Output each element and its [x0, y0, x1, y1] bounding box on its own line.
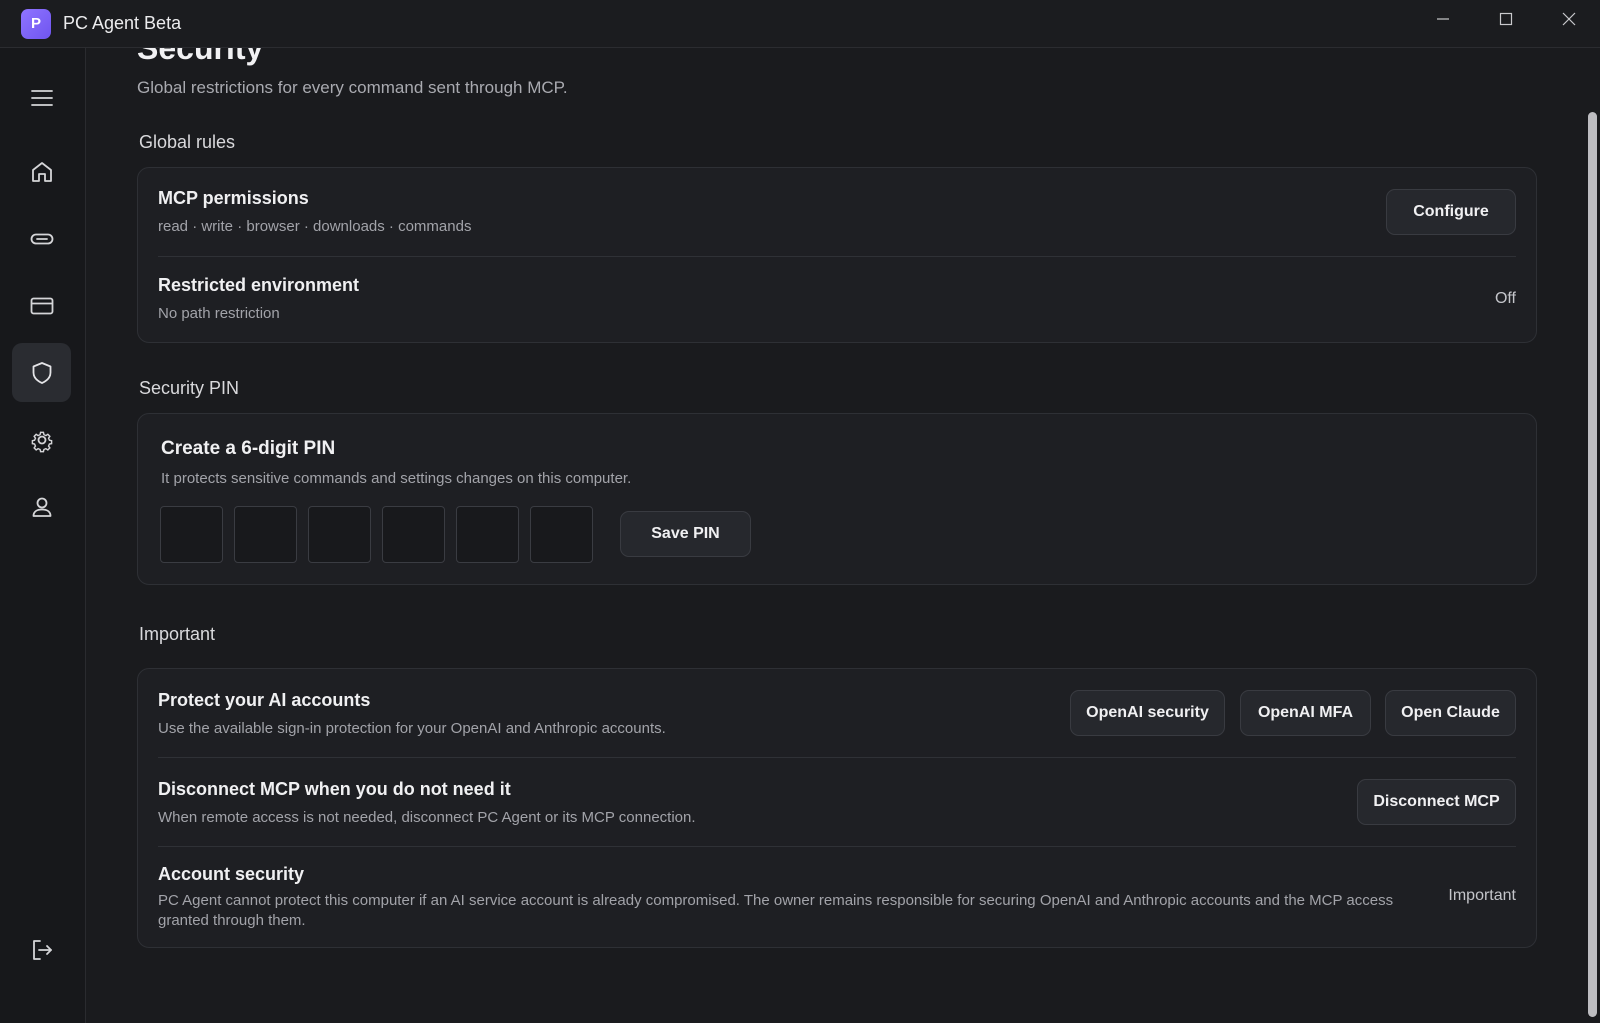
- link-icon: [30, 233, 53, 244]
- sidebar-item-billing[interactable]: [12, 276, 71, 335]
- mcp-permissions-title: MCP permissions: [158, 188, 309, 208]
- restricted-environment-row: Restricted environment No path restricti…: [158, 275, 1516, 324]
- page-title: Security: [137, 48, 264, 66]
- sidebar: [0, 48, 86, 1023]
- logout-icon: [32, 939, 52, 960]
- configure-button[interactable]: Configure: [1386, 189, 1516, 235]
- sidebar-logout-button[interactable]: [12, 920, 71, 979]
- pin-title: Create a 6-digit PIN: [161, 438, 336, 459]
- gear-icon: [31, 431, 52, 452]
- disconnect-mcp-button[interactable]: Disconnect MCP: [1357, 779, 1516, 825]
- title-bar: P PC Agent Beta: [0, 0, 1600, 48]
- sidebar-item-home[interactable]: [12, 142, 71, 201]
- user-icon: [32, 497, 51, 517]
- account-security-title: Account security: [158, 864, 305, 884]
- openai-security-button[interactable]: OpenAI security: [1070, 690, 1225, 736]
- save-pin-button[interactable]: Save PIN: [620, 511, 751, 557]
- close-icon: [1562, 12, 1575, 26]
- pin-digit-input-1[interactable]: [160, 506, 223, 563]
- sidebar-item-account[interactable]: [12, 477, 71, 536]
- mcp-permissions-row: MCP permissions read · write · browser ·…: [158, 188, 1516, 237]
- divider: [158, 256, 1516, 257]
- sidebar-item-connections[interactable]: [12, 209, 71, 268]
- openai-mfa-button[interactable]: OpenAI MFA: [1240, 690, 1371, 736]
- card-icon: [30, 297, 53, 314]
- sidebar-item-settings[interactable]: [12, 410, 71, 469]
- minimize-button[interactable]: [1411, 0, 1474, 38]
- sidebar-menu-toggle[interactable]: [12, 68, 71, 127]
- open-claude-button[interactable]: Open Claude: [1385, 690, 1516, 736]
- section-label-important: Important: [139, 624, 216, 644]
- section-label-security-pin: Security PIN: [139, 378, 240, 398]
- pin-digit-input-4[interactable]: [382, 506, 445, 563]
- account-security-status: Important: [1448, 887, 1516, 904]
- restricted-environment-desc: No path restriction: [158, 305, 280, 322]
- window-controls: [1411, 0, 1600, 38]
- important-card: Protect your AI accounts Use the availab…: [137, 668, 1537, 948]
- disconnect-mcp-title: Disconnect MCP when you do not need it: [158, 779, 511, 799]
- divider: [158, 846, 1516, 847]
- pin-digit-input-3[interactable]: [308, 506, 371, 563]
- account-security-desc: PC Agent cannot protect this computer if…: [158, 892, 1394, 929]
- scrollbar-thumb[interactable]: [1588, 112, 1597, 1017]
- hamburger-icon: [30, 89, 53, 106]
- home-icon: [31, 161, 52, 182]
- restricted-environment-status: Off: [1494, 290, 1516, 307]
- mcp-permissions-desc: read · write · browser · downloads · com…: [158, 218, 472, 235]
- maximize-button[interactable]: [1474, 0, 1537, 38]
- pin-digit-input-5[interactable]: [456, 506, 519, 563]
- pin-desc: It protects sensitive commands and setti…: [161, 470, 632, 487]
- section-label-global-rules: Global rules: [139, 132, 236, 152]
- close-button[interactable]: [1537, 0, 1600, 38]
- shield-icon: [32, 361, 51, 384]
- minimize-icon: [1436, 18, 1449, 20]
- main-content: Security Global restrictions for every c…: [87, 48, 1583, 1023]
- app-title: PC Agent Beta: [63, 13, 182, 33]
- pin-header: Create a 6-digit PIN It protects sensiti…: [161, 438, 1516, 489]
- scrollbar[interactable]: [1583, 48, 1600, 1023]
- disconnect-mcp-row: Disconnect MCP when you do not need it W…: [158, 779, 1516, 828]
- pin-digit-input-2[interactable]: [234, 506, 297, 563]
- restricted-environment-title: Restricted environment: [158, 275, 360, 295]
- app-logo: P: [21, 8, 51, 39]
- maximize-icon: [1499, 12, 1512, 26]
- disconnect-mcp-desc: When remote access is not needed, discon…: [158, 809, 696, 826]
- global-rules-card: MCP permissions read · write · browser ·…: [137, 167, 1537, 343]
- account-security-row: Account security PC Agent cannot protect…: [158, 864, 1410, 931]
- page-subtitle: Global restrictions for every command se…: [137, 78, 568, 97]
- security-pin-card: Create a 6-digit PIN It protects sensiti…: [137, 413, 1537, 585]
- sidebar-item-security[interactable]: [12, 343, 71, 402]
- pin-digit-input-6[interactable]: [530, 506, 593, 563]
- divider: [158, 757, 1516, 758]
